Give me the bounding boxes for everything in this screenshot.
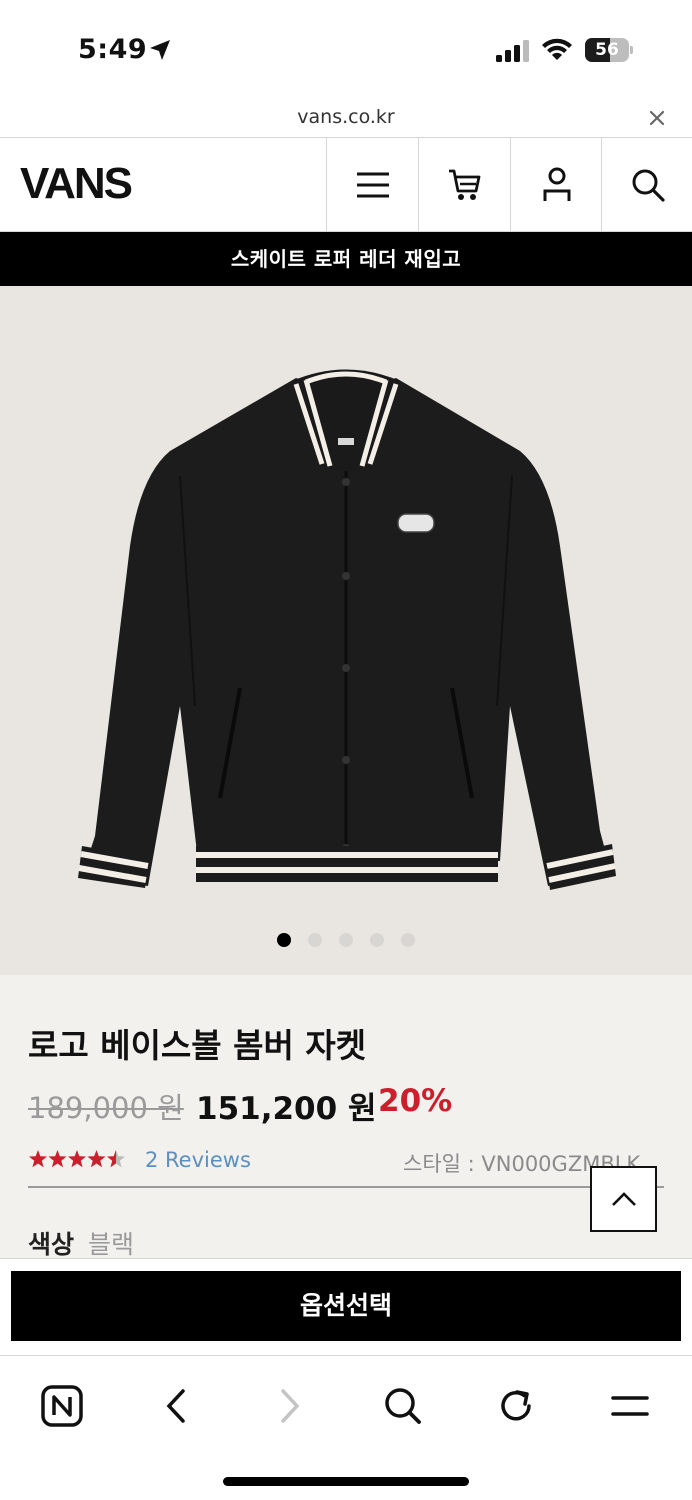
forward-button[interactable] (260, 1376, 320, 1436)
menu-icon (356, 172, 389, 198)
sale-price: 151,200 원 (196, 1091, 377, 1127)
vans-logo-text: VANS (20, 159, 132, 206)
refresh-icon (501, 1390, 531, 1421)
close-icon[interactable] (647, 108, 667, 128)
vans-logo[interactable]: VANS (20, 158, 142, 206)
toolbar-search-button[interactable] (373, 1376, 433, 1436)
reviews-link[interactable]: 2 Reviews (145, 1148, 251, 1172)
battery-icon: 56 (585, 38, 633, 62)
search-icon (385, 1388, 421, 1424)
rating-star (67, 1150, 87, 1168)
carousel-dots (0, 933, 692, 947)
naver-home-icon (41, 1385, 83, 1427)
promo-banner[interactable]: 스케이트 로퍼 레더 재입고 (0, 232, 692, 286)
carousel-dot[interactable] (370, 933, 384, 947)
search-icon (632, 169, 665, 202)
color-label: 색상 (28, 1230, 75, 1259)
back-arrow-icon (166, 1389, 185, 1423)
product-image[interactable] (0, 286, 692, 975)
home-indicator (223, 1477, 469, 1486)
carousel-dot[interactable] (308, 933, 322, 947)
option-area: 옵션선택 (0, 1258, 692, 1355)
discount-percent: 20% (378, 1083, 453, 1119)
chevron-up-icon (611, 1192, 636, 1206)
account-button[interactable] (510, 138, 602, 232)
wifi-icon (542, 38, 572, 60)
divider (28, 1186, 664, 1188)
rating-star (106, 1150, 126, 1168)
toolbar-menu-button[interactable] (600, 1376, 660, 1436)
cellular-signal-icon (496, 40, 529, 62)
refresh-button[interactable] (486, 1376, 546, 1436)
forward-arrow-icon (281, 1389, 300, 1423)
menu-button[interactable] (326, 138, 418, 232)
back-button[interactable] (146, 1376, 206, 1436)
carousel-dot[interactable] (339, 933, 353, 947)
location-arrow-icon (150, 40, 170, 60)
battery-body: 56 (585, 38, 629, 62)
carousel-dot[interactable] (277, 933, 291, 947)
color-value: 블랙 (88, 1230, 135, 1259)
rating-stars (28, 1150, 126, 1168)
rating-star (28, 1150, 48, 1168)
rating-star (48, 1150, 67, 1168)
cart-icon (448, 169, 480, 200)
url-text[interactable]: vans.co.kr (0, 106, 692, 128)
product-title: 로고 베이스볼 봄버 자켓 (28, 1026, 367, 1065)
original-price: 189,000 원 (28, 1091, 184, 1125)
battery-percent: 56 (595, 40, 619, 60)
naver-home-button[interactable] (32, 1376, 92, 1436)
search-button[interactable] (601, 138, 692, 232)
cart-button[interactable] (418, 138, 510, 232)
account-icon (543, 167, 570, 201)
url-bar[interactable]: vans.co.kr (0, 100, 692, 138)
status-bar: 5:49 56 (0, 0, 692, 100)
site-header: VANS (0, 138, 692, 232)
product-info: 로고 베이스볼 봄버 자켓 189,000 원 151,200 원 20% 2 … (0, 975, 692, 1260)
battery-tip (630, 46, 633, 54)
jacket-illustration (78, 369, 616, 890)
carousel-dot[interactable] (401, 933, 415, 947)
option-select-button[interactable]: 옵션선택 (11, 1271, 681, 1341)
rating-star (87, 1150, 106, 1168)
status-time: 5:49 (78, 34, 148, 65)
scroll-top-button[interactable] (590, 1166, 657, 1232)
menu-icon (611, 1396, 649, 1416)
